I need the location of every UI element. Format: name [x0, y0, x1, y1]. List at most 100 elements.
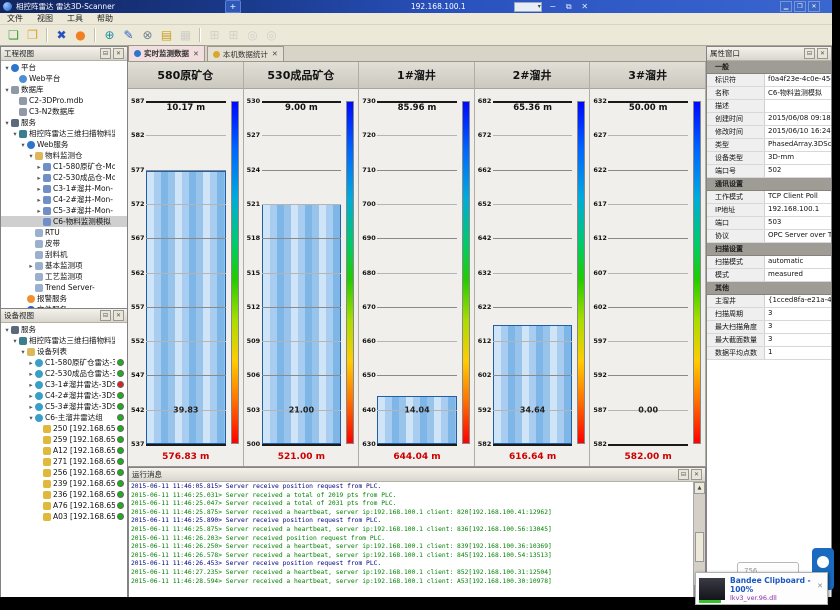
scroll-up-icon[interactable]: ▲ — [694, 482, 705, 494]
minimize-button[interactable]: − — [548, 2, 558, 11]
tab-1[interactable]: 本机数据统计✕ — [207, 46, 284, 61]
property-value[interactable]: 192.168.100.1 — [765, 204, 831, 216]
edit-icon[interactable]: ✎ — [120, 27, 137, 43]
outer-minimize-button[interactable]: ▁ — [780, 1, 792, 12]
property-row[interactable]: 扫描模式automatic — [707, 256, 831, 269]
property-value[interactable]: {1cced8fa-e21a-43f9-8f4- — [765, 295, 831, 307]
project-tree-item-14[interactable]: C6-物料监测模拟 — [1, 216, 127, 227]
property-value[interactable]: 2015/06/10 16:24:40- — [765, 126, 831, 138]
pin-icon[interactable]: ⊟ — [100, 310, 111, 321]
alarm-icon[interactable]: ● — [72, 27, 89, 43]
project-tree-item-0[interactable]: ▾平台 — [1, 62, 127, 73]
device-tree-item-9[interactable]: 250 [192.168.65.20]- — [1, 423, 127, 434]
device-tree-item-2[interactable]: ▾设备列表 — [1, 346, 127, 357]
tab-close-icon[interactable]: ✕ — [272, 50, 278, 58]
close-icon[interactable]: ✕ — [113, 48, 124, 59]
clipboard-toast[interactable]: Bandee Clipboard - 100% lkv3_ver.96.dll … — [695, 572, 828, 605]
property-value[interactable]: C6-物料监测模拟 — [765, 87, 831, 99]
close-icon[interactable]: ✕ — [817, 48, 828, 59]
property-value[interactable]: 2015/06/08 09:18:43- — [765, 113, 831, 125]
property-value[interactable]: 502 — [765, 165, 831, 177]
project-tree-item-18[interactable]: ▸基本监测项 — [1, 260, 127, 271]
project-tree-item-21[interactable]: 报警服务 — [1, 293, 127, 304]
device-tree-item-3[interactable]: ▸C1-580原矿仓雷达-3DS- — [1, 357, 127, 368]
device-tree-item-4[interactable]: ▸C2-530成品仓雷达-3DS- — [1, 368, 127, 379]
project-tree-item-10[interactable]: ▸C2-530成品仓-Mon- — [1, 172, 127, 183]
property-value[interactable]: 3D-mm — [765, 152, 831, 164]
tree-expander-icon[interactable]: ▸ — [35, 174, 43, 182]
property-row[interactable]: 描述 — [707, 100, 831, 113]
property-value[interactable]: automatic — [765, 256, 831, 268]
project-tree-item-9[interactable]: ▸C1-580原矿仓-Mon- — [1, 161, 127, 172]
tree-expander-icon[interactable]: ▸ — [27, 392, 35, 400]
scroll-thumb[interactable] — [695, 532, 704, 562]
property-row[interactable]: 数据平均点数1 — [707, 347, 831, 360]
project-tree-item-6[interactable]: ▾相控阵雷达三维扫描物料监测系统- — [1, 128, 127, 139]
tree-expander-icon[interactable]: ▸ — [35, 185, 43, 193]
device-tree-item-1[interactable]: ▾相控阵雷达三维扫描物料监测系统- — [1, 335, 127, 346]
project-tree-item-19[interactable]: 工艺监测项 — [1, 271, 127, 282]
property-value[interactable]: 3 — [765, 321, 831, 333]
property-row[interactable]: 设备类型3D-mm — [707, 152, 831, 165]
device-tree-item-11[interactable]: A12 [192.168.65.22]- — [1, 445, 127, 456]
property-row[interactable]: 模式measured — [707, 269, 831, 282]
tree-expander-icon[interactable]: ▸ — [27, 403, 35, 411]
tree-expander-icon[interactable]: ▾ — [3, 86, 11, 94]
tree-expander-icon[interactable]: ▾ — [11, 130, 19, 138]
tree-expander-icon[interactable]: ▾ — [27, 414, 35, 422]
property-value[interactable]: 3 — [765, 334, 831, 346]
project-tree-item-7[interactable]: ▾Web服务 — [1, 139, 127, 150]
project-tree-item-15[interactable]: RTU — [1, 227, 127, 238]
toast-close-icon[interactable]: ✕ — [817, 582, 823, 590]
device-tree-item-10[interactable]: 259 [192.168.65.21]- — [1, 434, 127, 445]
property-row[interactable]: 扫描周期3 — [707, 308, 831, 321]
project-tree-item-17[interactable]: 刮料机 — [1, 249, 127, 260]
device-tree-item-12[interactable]: 271 [192.168.65.23]- — [1, 456, 127, 467]
session-button[interactable]: ⧉ — [564, 2, 574, 12]
close-session-button[interactable]: ✕ — [580, 2, 590, 11]
open-folder-icon[interactable]: ❐ — [24, 27, 41, 43]
pin-icon[interactable]: ⊟ — [678, 469, 689, 480]
tree-expander-icon[interactable]: ▸ — [27, 381, 35, 389]
property-value[interactable]: TCP Client Poll — [765, 191, 831, 203]
property-row[interactable]: 标识符f0a4f23e-4c0e-45c8-8f4c- — [707, 74, 831, 87]
device-tree-item-16[interactable]: A76 [192.168.65.27]- — [1, 500, 127, 511]
close-project-icon[interactable]: ✖ — [53, 27, 70, 43]
project-tree-item-20[interactable]: Trend Server- — [1, 282, 127, 293]
property-value[interactable]: 1 — [765, 347, 831, 359]
device-tree-item-13[interactable]: 256 [192.168.65.24]- — [1, 467, 127, 478]
project-tree-item-12[interactable]: ▸C4-2#溜井-Mon- — [1, 194, 127, 205]
tab-close-icon[interactable]: ✕ — [193, 50, 199, 58]
new-project-icon[interactable]: ❏ — [5, 27, 22, 43]
outer-restore-button[interactable]: ❐ — [794, 1, 806, 12]
tree-expander-icon[interactable]: ▸ — [35, 163, 43, 171]
list-icon[interactable]: ▤ — [158, 27, 175, 43]
device-tree-item-6[interactable]: ▸C4-2#溜井雷达-3DS- — [1, 390, 127, 401]
tree-expander-icon[interactable]: ▸ — [35, 207, 43, 215]
property-value[interactable]: 3 — [765, 308, 831, 320]
menu-item-1[interactable]: 视图 — [30, 13, 60, 24]
tree-expander-icon[interactable]: ▸ — [27, 262, 35, 270]
pin-icon[interactable]: ⊟ — [804, 48, 815, 59]
project-tree-item-16[interactable]: 皮带 — [1, 238, 127, 249]
project-tree-item-2[interactable]: ▾数据库 — [1, 84, 127, 95]
device-tree-item-8[interactable]: ▾C6-主溜井雷达组 — [1, 412, 127, 423]
project-tree-item-3[interactable]: C2-3DPro.mdb — [1, 95, 127, 106]
property-row[interactable]: 主溜井{1cced8fa-e21a-43f9-8f4- — [707, 295, 831, 308]
menu-item-0[interactable]: 文件 — [0, 13, 30, 24]
property-value[interactable]: 503 — [765, 217, 831, 229]
menu-item-3[interactable]: 帮助 — [90, 13, 120, 24]
menu-item-2[interactable]: 工具 — [60, 13, 90, 24]
tree-expander-icon[interactable]: ▾ — [11, 337, 19, 345]
new-tab-button[interactable]: + — [225, 0, 241, 13]
property-value[interactable]: f0a4f23e-4c0e-45c8-8f4c- — [765, 74, 831, 86]
property-row[interactable]: 类型PhasedArray.3DScan.44C- — [707, 139, 831, 152]
property-value[interactable]: measured — [765, 269, 831, 281]
pin-icon[interactable]: ⊟ — [100, 48, 111, 59]
tree-expander-icon[interactable]: ▾ — [27, 152, 35, 160]
device-tree-item-17[interactable]: A03 [192.168.65.28]- — [1, 511, 127, 522]
device-tree-item-7[interactable]: ▸C5-3#溜井雷达-3DS- — [1, 401, 127, 412]
property-value[interactable] — [765, 100, 831, 112]
tab-0[interactable]: 实时监测数据✕ — [128, 45, 205, 61]
project-tree-item-4[interactable]: C3-N2数据库 — [1, 106, 127, 117]
